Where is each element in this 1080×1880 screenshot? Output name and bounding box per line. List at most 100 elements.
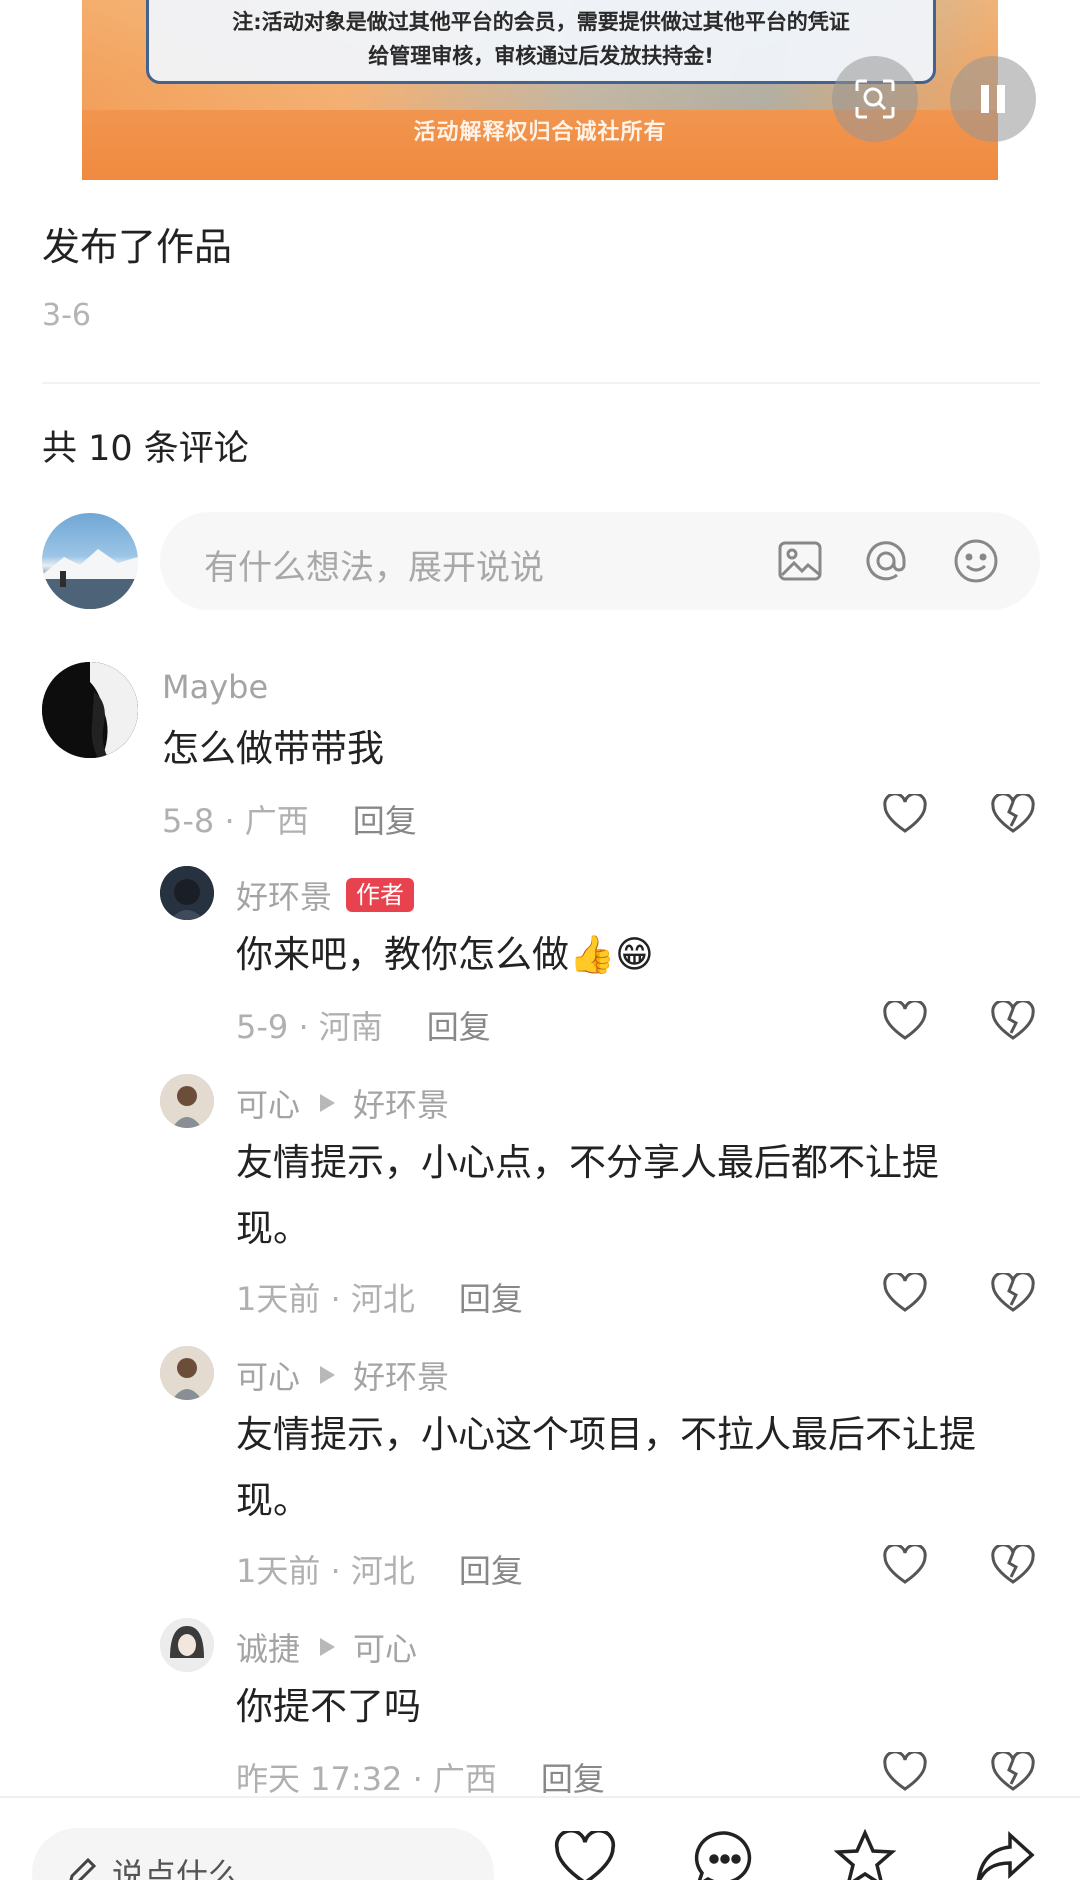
comment-time-location: 5-8 · 广西 bbox=[162, 802, 309, 840]
avatar[interactable] bbox=[160, 1346, 214, 1400]
notice-line-1: 注:活动对象是做过其他平台的会员，需要提供做过其他平台的凭证 bbox=[232, 10, 850, 34]
pause-icon bbox=[981, 85, 1005, 113]
dislike-button[interactable] bbox=[990, 998, 1036, 1044]
like-button[interactable] bbox=[882, 791, 928, 837]
broken-heart-icon bbox=[991, 1545, 1035, 1584]
heart-icon bbox=[883, 1001, 927, 1040]
avatar-image bbox=[160, 866, 214, 920]
reply-button[interactable]: 回复 bbox=[459, 1552, 523, 1590]
like-button[interactable] bbox=[882, 998, 928, 1044]
scan-button[interactable] bbox=[832, 56, 918, 142]
commenter-name: 好环景 作者 bbox=[236, 872, 415, 918]
dislike-button[interactable] bbox=[990, 1749, 1036, 1795]
heart-icon bbox=[883, 1545, 927, 1584]
mountain-image bbox=[42, 549, 138, 609]
reply-button[interactable]: 回复 bbox=[353, 802, 417, 840]
like-button[interactable] bbox=[882, 1542, 928, 1588]
comment-text: 怎么做带带我 bbox=[162, 727, 384, 770]
commenter-name-text[interactable]: 诚捷 bbox=[236, 1624, 300, 1670]
comment-icon bbox=[694, 1831, 752, 1880]
reply-arrow-icon bbox=[320, 1366, 336, 1384]
reply-arrow-icon bbox=[320, 1638, 336, 1656]
commenter-name[interactable]: Maybe bbox=[162, 668, 268, 706]
comment-meta: 5-8 · 广西 回复 bbox=[162, 796, 417, 842]
comment-meta: 昨天 17:32 · 广西 回复 bbox=[236, 1754, 605, 1800]
reply-to-name[interactable]: 好环景 bbox=[353, 1352, 449, 1398]
dislike-button[interactable] bbox=[990, 791, 1036, 837]
comment-text-line-1: 友情提示，小心点，不分享人最后都不让提 bbox=[236, 1141, 939, 1184]
comment-post-button[interactable] bbox=[692, 1826, 758, 1880]
commenter-name-text[interactable]: 好环景 bbox=[236, 872, 332, 918]
avatar[interactable] bbox=[160, 866, 214, 920]
comment-count: 共 10 条评论 bbox=[42, 429, 249, 469]
favorite-button[interactable] bbox=[832, 1826, 898, 1880]
broken-heart-icon bbox=[991, 1273, 1035, 1312]
comment-time-location: 1天前 · 河北 bbox=[236, 1552, 415, 1590]
avatar-image bbox=[42, 662, 138, 758]
author-badge: 作者 bbox=[346, 878, 415, 912]
dislike-button[interactable] bbox=[990, 1270, 1036, 1316]
avatar[interactable] bbox=[160, 1074, 214, 1128]
commenter-name-text[interactable]: 可心 bbox=[236, 1080, 300, 1126]
avatar-image bbox=[160, 1346, 214, 1400]
heart-icon bbox=[883, 1273, 927, 1312]
avatar[interactable] bbox=[42, 662, 138, 758]
comment-time-location: 5-9 · 河南 bbox=[236, 1008, 383, 1046]
reply-arrow-icon bbox=[320, 1094, 336, 1112]
my-avatar[interactable] bbox=[42, 513, 138, 609]
comment-text: 你来吧，教你怎么做👍😁 bbox=[236, 922, 654, 988]
post-date: 3-6 bbox=[42, 298, 91, 333]
avatar[interactable] bbox=[160, 1618, 214, 1672]
comment-text: 你提不了吗 bbox=[236, 1685, 421, 1728]
commenter-name-text[interactable]: 可心 bbox=[236, 1352, 300, 1398]
emoji: 👍😁 bbox=[569, 933, 654, 976]
say-something-input[interactable]: 说点什么... bbox=[32, 1828, 494, 1880]
commenter-name: 可心 好环景 bbox=[236, 1352, 449, 1398]
reply-button[interactable]: 回复 bbox=[427, 1008, 491, 1046]
divider bbox=[42, 382, 1040, 384]
comment-meta: 1天前 · 河北 回复 bbox=[236, 1546, 523, 1592]
comment-input-placeholder: 有什么想法，展开说说 bbox=[204, 548, 544, 588]
avatar-image bbox=[160, 1618, 214, 1672]
notice-box: 注:活动对象是做过其他平台的会员，需要提供做过其他平台的凭证 给管理审核，审核通… bbox=[146, 0, 936, 84]
commenter-name: 可心 好环景 bbox=[236, 1080, 449, 1126]
heart-icon bbox=[883, 794, 927, 833]
at-icon[interactable] bbox=[862, 537, 910, 585]
image-icon[interactable] bbox=[776, 537, 824, 585]
comment-text-line-1: 友情提示，小心这个项目，不拉人最后不让提 bbox=[236, 1413, 976, 1456]
like-button[interactable] bbox=[882, 1270, 928, 1316]
broken-heart-icon bbox=[991, 794, 1035, 833]
share-icon bbox=[976, 1831, 1035, 1880]
comment-meta: 5-9 · 河南 回复 bbox=[236, 1002, 491, 1048]
reply-to-name[interactable]: 可心 bbox=[353, 1624, 417, 1670]
heart-icon bbox=[883, 1752, 927, 1791]
broken-heart-icon bbox=[991, 1752, 1035, 1791]
scan-icon bbox=[855, 79, 895, 119]
comment-text-line-2: 现。 bbox=[236, 1207, 310, 1250]
comment-time-location: 1天前 · 河北 bbox=[236, 1280, 415, 1318]
reply-button[interactable]: 回复 bbox=[541, 1760, 605, 1798]
pencil-icon bbox=[69, 1857, 97, 1880]
like-button[interactable] bbox=[882, 1749, 928, 1795]
like-post-button[interactable] bbox=[552, 1826, 618, 1880]
reply-button[interactable]: 回复 bbox=[459, 1280, 523, 1318]
comment-text-line-2: 现。 bbox=[236, 1479, 310, 1522]
emoji-icon[interactable] bbox=[952, 537, 1000, 585]
post-title: 发布了作品 bbox=[42, 225, 233, 269]
comment-text-body: 你来吧，教你怎么做 bbox=[236, 933, 569, 976]
bottom-action-bar: 说点什么... bbox=[0, 1796, 1080, 1880]
commenter-name: 诚捷 可心 bbox=[236, 1624, 417, 1670]
avatar-image bbox=[160, 1074, 214, 1128]
notice-line-2: 给管理审核，审核通过后发放扶持金! bbox=[368, 44, 714, 68]
comment-meta: 1天前 · 河北 回复 bbox=[236, 1274, 523, 1320]
pause-button[interactable] bbox=[950, 56, 1036, 142]
comment-input[interactable]: 有什么想法，展开说说 bbox=[160, 512, 1040, 610]
heart-icon bbox=[554, 1831, 616, 1880]
broken-heart-icon bbox=[991, 1001, 1035, 1040]
say-something-placeholder: 说点什么... bbox=[112, 1856, 271, 1880]
reply-to-name[interactable]: 好环景 bbox=[353, 1080, 449, 1126]
share-button[interactable] bbox=[972, 1826, 1038, 1880]
star-icon bbox=[834, 1829, 896, 1880]
comment-time-location: 昨天 17:32 · 广西 bbox=[236, 1760, 497, 1798]
dislike-button[interactable] bbox=[990, 1542, 1036, 1588]
